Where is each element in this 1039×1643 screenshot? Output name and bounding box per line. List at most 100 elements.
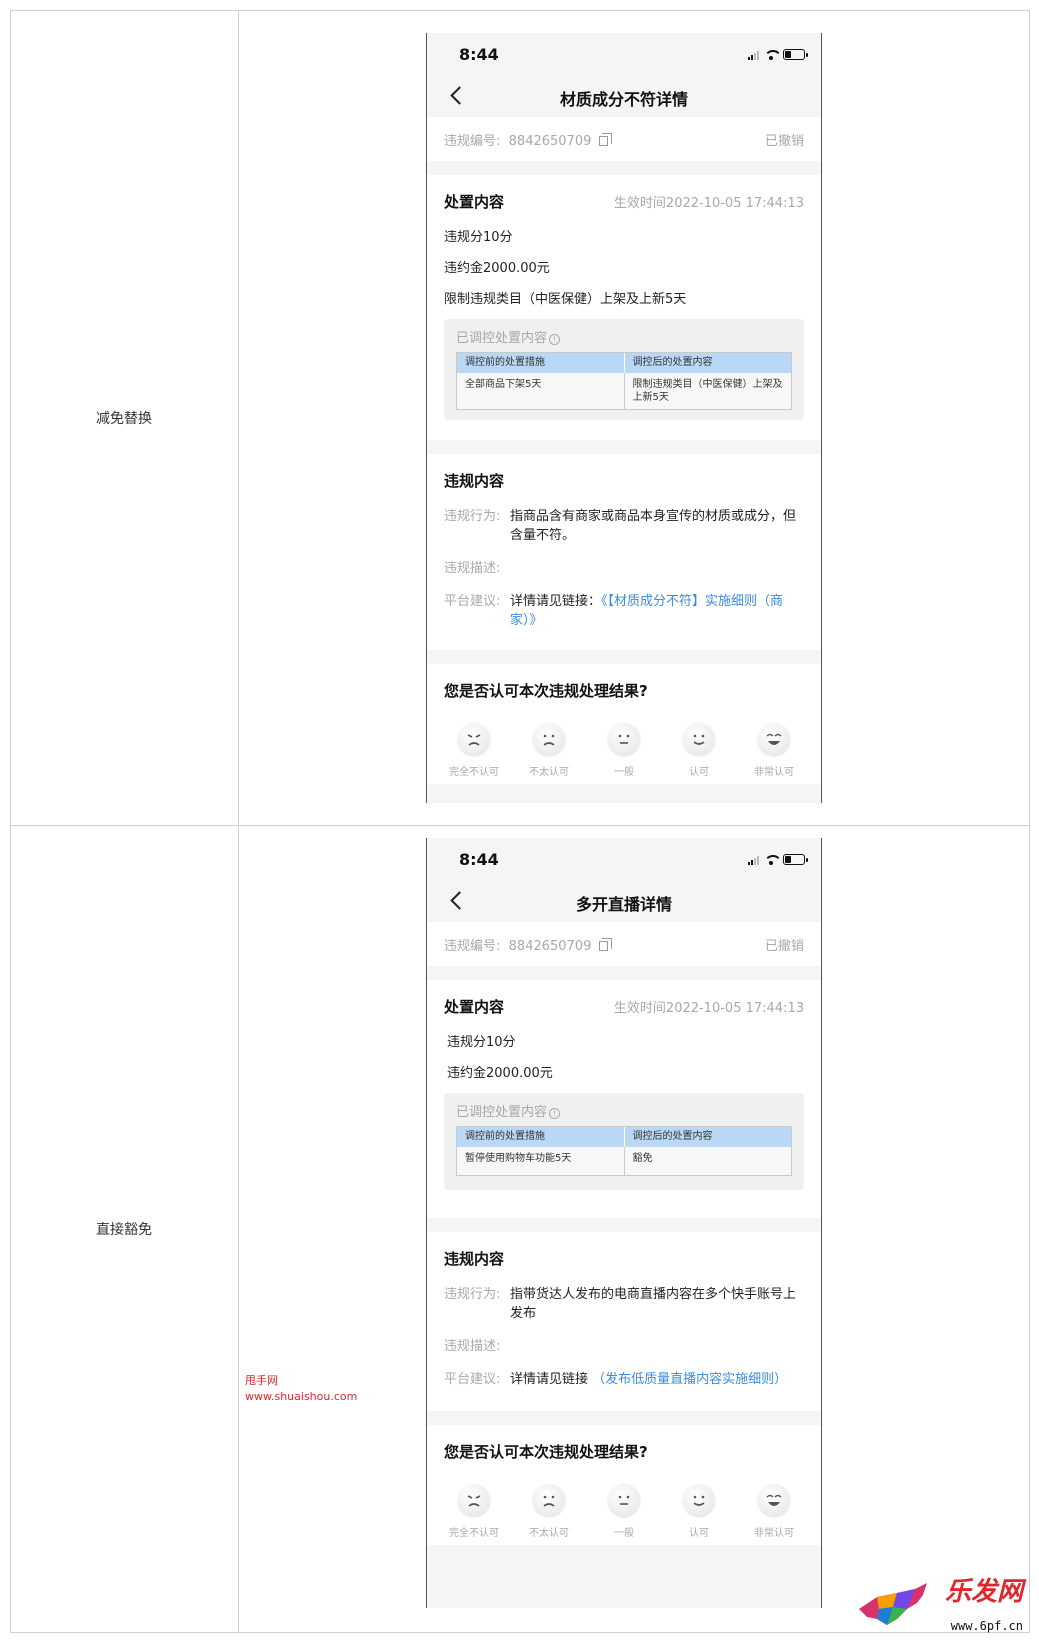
status-icons [748, 49, 808, 60]
copy-icon[interactable] [598, 132, 612, 146]
row-label: 直接豁免 [96, 1222, 152, 1238]
phone-screen: 8:44 材质成分不符详情 违规编号: 8842650709 已撤销 处置内容 … [426, 33, 822, 803]
angry-face-icon [458, 1484, 490, 1516]
bull-logo-icon [859, 1583, 927, 1625]
rating-label: 非常认可 [754, 767, 794, 778]
effective-time: 生效时间2022-10-05 17:44:13 [613, 1001, 804, 1016]
desc-label: 违规描述: [444, 1339, 501, 1354]
rating-label: 完全不认可 [449, 1528, 499, 1539]
table-cell: 暂停使用购物车功能5天 [465, 1153, 572, 1164]
copy-icon[interactable] [598, 937, 612, 951]
rating-label: 非常认可 [754, 1528, 794, 1539]
penalty-title: 处置内容 [444, 998, 505, 1016]
desc-text [510, 1337, 804, 1356]
penalty-line: 违规分10分 [447, 1035, 516, 1050]
penalty-title: 处置内容 [444, 193, 505, 211]
table-cell: 全部商品下架5天 [465, 379, 542, 390]
table-cell: 限制违规类目（中医保健）上架及上新5天 [623, 373, 792, 409]
status-bar: 8:44 [427, 838, 821, 882]
info-icon[interactable]: ! [549, 334, 561, 345]
advice-label: 平台建议: [444, 594, 501, 609]
status-icons [748, 854, 808, 865]
page-title: 多开直播详情 [575, 895, 672, 914]
rating-option[interactable]: 不太认可 [519, 723, 579, 778]
table-header: 调控前的处置措施 [465, 1131, 545, 1142]
violation-title: 违规内容 [444, 1250, 505, 1268]
rating-option[interactable]: 认可 [669, 723, 729, 778]
penalty-card: 处置内容 生效时间2022-10-05 17:44:13 违规分10分 违约金2… [427, 980, 821, 1218]
penalty-line: 违规分10分 [444, 230, 513, 245]
rating-option[interactable]: 非常认可 [744, 1484, 804, 1539]
status-bar: 8:44 [427, 33, 821, 77]
logo-text: 乐发网 [944, 1577, 1023, 1607]
smile-face-icon [683, 1484, 715, 1516]
rating-title: 您是否认可本次违规处理结果? [444, 1443, 648, 1461]
rating-label: 不太认可 [529, 1528, 569, 1539]
rating-option[interactable]: 完全不认可 [444, 1484, 504, 1539]
row-label-cell: 减免替换 [11, 11, 239, 825]
rating-option[interactable]: 认可 [669, 1484, 729, 1539]
page-title: 材质成分不符详情 [559, 90, 688, 109]
table-row: 减免替换 8:44 材质成分不符详情 违规编号: 8842650709 已撤销 … [11, 11, 1029, 826]
rating-option[interactable]: 不太认可 [519, 1484, 579, 1539]
table-row: 直接豁免 甩手网 www.shuaishou.com 8:44 多开直播详情 违… [11, 826, 1029, 1632]
rating-option[interactable]: 非常认可 [744, 723, 804, 778]
watermark-url: www.shuaishou.com [245, 1390, 358, 1403]
status-badge: 已撤销 [764, 133, 804, 149]
violation-id-card: 违规编号: 8842650709 已撤销 [427, 117, 821, 161]
nav-bar: 材质成分不符详情 [427, 77, 821, 117]
adjusted-title: 已调控处置内容 [456, 1105, 548, 1120]
neutral-face-icon [608, 1484, 640, 1516]
rating-label: 一般 [614, 1528, 634, 1539]
rating-option[interactable]: 一般 [594, 723, 654, 778]
behavior-label: 违规行为: [444, 509, 501, 524]
neutral-face-icon [608, 723, 640, 755]
rating-label: 认可 [689, 1528, 709, 1539]
table-header: 调控后的处置内容 [623, 353, 792, 373]
advice-link[interactable]: （发布低质量直播内容实施细则） [592, 1372, 787, 1387]
status-badge: 已撤销 [764, 938, 804, 954]
status-time: 8:44 [459, 850, 499, 869]
nav-bar: 多开直播详情 [427, 882, 821, 922]
adjusted-table: 调控前的处置措施 调控后的处置内容 暂停使用购物车功能5天 豁免 [456, 1126, 792, 1176]
advice-prefix: 详情请见链接： [510, 594, 602, 609]
watermark-name: 甩手网 [245, 1374, 278, 1387]
watermark: 甩手网 www.shuaishou.com [245, 1373, 357, 1405]
logo-url: www.6pf.cn [950, 1619, 1023, 1633]
rating-option[interactable]: 完全不认可 [444, 723, 504, 778]
wifi-icon [764, 49, 782, 60]
signal-icon [748, 50, 759, 60]
violation-id-label: 违规编号: [444, 133, 501, 149]
comparison-table: 减免替换 8:44 材质成分不符详情 违规编号: 8842650709 已撤销 … [10, 10, 1030, 1633]
rating-label: 不太认可 [529, 767, 569, 778]
rating-card: 您是否认可本次违规处理结果? 完全不认可 不太认可 一般 认可 非常认可 [427, 1425, 821, 1545]
advice-label: 平台建议: [444, 1372, 501, 1387]
effective-time: 生效时间2022-10-05 17:44:13 [613, 196, 804, 211]
behavior-text: 指带货达人发布的电商直播内容在多个快手账号上发布 [510, 1287, 797, 1321]
grin-face-icon [758, 723, 790, 755]
info-icon[interactable]: ! [549, 1108, 561, 1119]
battery-icon [783, 854, 808, 865]
site-logo: 乐发网 www.6pf.cn [857, 1571, 1027, 1635]
rating-label: 完全不认可 [449, 767, 499, 778]
signal-icon [748, 855, 759, 865]
smile-face-icon [683, 723, 715, 755]
penalty-line: 违约金2000.00元 [447, 1066, 553, 1081]
frown-face-icon [533, 723, 565, 755]
battery-icon [783, 49, 808, 60]
screenshot-cell: 甩手网 www.shuaishou.com 8:44 多开直播详情 违规编号: … [239, 826, 1029, 1632]
table-header: 调控前的处置措施 [465, 357, 545, 368]
advice-prefix: 详情请见链接 [510, 1372, 589, 1387]
adjusted-title: 已调控处置内容 [456, 331, 548, 346]
frown-face-icon [533, 1484, 565, 1516]
penalty-card: 处置内容 生效时间2022-10-05 17:44:13 违规分10分 违约金2… [427, 175, 821, 440]
wifi-icon [764, 854, 782, 865]
desc-text [510, 559, 804, 578]
table-header: 调控后的处置内容 [623, 1127, 792, 1147]
adjusted-box: 已调控处置内容! 调控前的处置措施 调控后的处置内容 暂停使用购物车功能5天 豁… [444, 1093, 804, 1190]
angry-face-icon [458, 723, 490, 755]
rating-option[interactable]: 一般 [594, 1484, 654, 1539]
rating-card: 您是否认可本次违规处理结果? 完全不认可 不太认可 一般 认可 非常认可 [427, 664, 821, 784]
table-cell: 豁免 [623, 1147, 792, 1175]
violation-title: 违规内容 [444, 472, 505, 490]
